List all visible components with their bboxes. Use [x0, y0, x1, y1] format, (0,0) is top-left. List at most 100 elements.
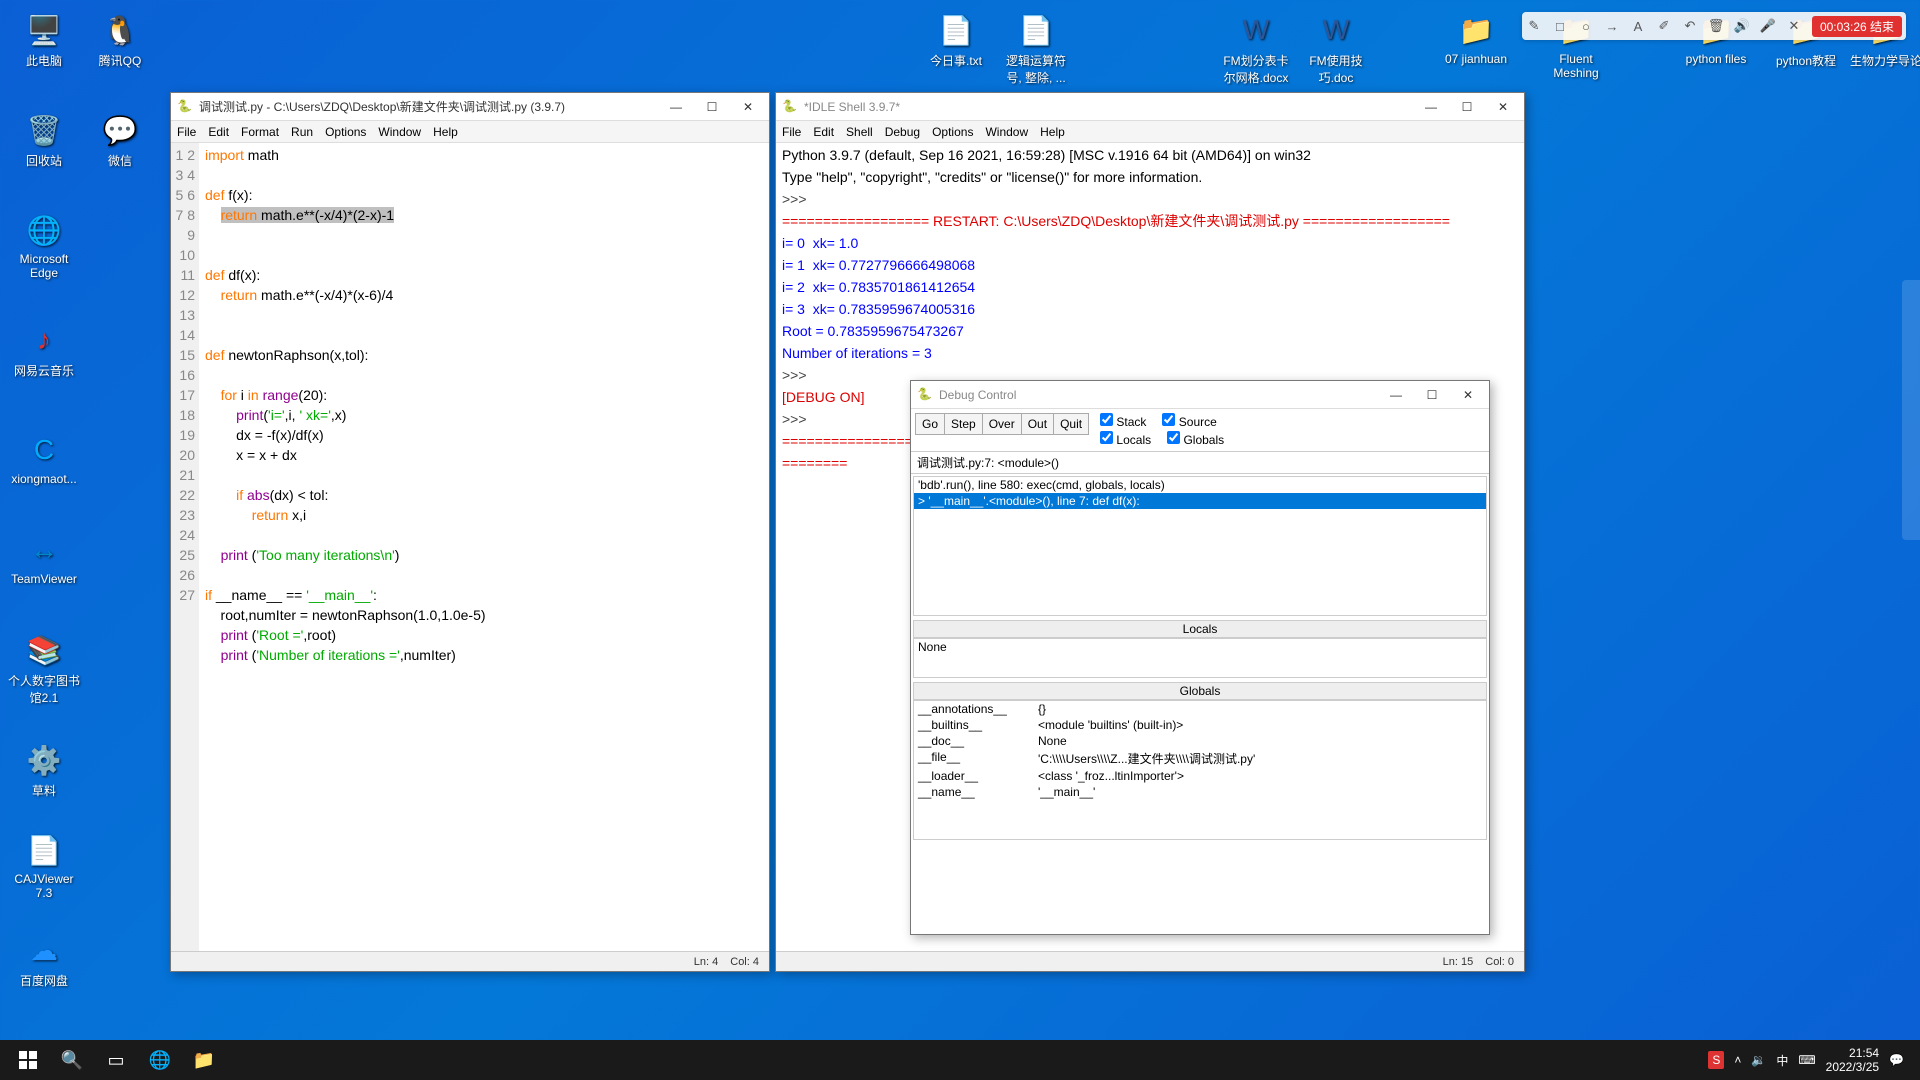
- debug-titlebar[interactable]: 🐍 Debug Control — ☐ ✕: [911, 381, 1489, 409]
- desktop-icon-07[interactable]: 📁07 jianhuan: [1440, 10, 1512, 66]
- close-button[interactable]: ✕: [733, 97, 763, 117]
- menu-window[interactable]: Window: [985, 125, 1028, 139]
- menu-options[interactable]: Options: [932, 125, 973, 139]
- close-button[interactable]: ✕: [1453, 385, 1483, 405]
- line-gutter: 1 2 3 4 5 6 7 8 9 10 11 12 13 14 15 16 1…: [171, 143, 199, 951]
- globals-checkbox[interactable]: Globals: [1167, 431, 1224, 447]
- taskview-button[interactable]: ▭: [94, 1040, 138, 1080]
- recording-toolbar: ✎ □ ○ → A ✐ ↶ 🗑 🔊 🎤 ✕ 00:03:26 结束: [1522, 12, 1906, 40]
- icon-label: Microsoft Edge: [8, 252, 80, 280]
- editor-window: 🐍 调试测试.py - C:\Users\ZDQ\Desktop\新建文件夹\调…: [170, 92, 770, 972]
- status-col: Col: 4: [730, 956, 759, 968]
- icon-label: FM划分表卡尔网格.docx: [1220, 52, 1292, 86]
- desktop-icon-library[interactable]: 📚个人数字图书馆2.1: [8, 630, 80, 706]
- menu-edit[interactable]: Edit: [813, 125, 834, 139]
- desktop-icon-cajviewer[interactable]: 📄CAJViewer 7.3: [8, 830, 80, 900]
- desktop-icon-recycle[interactable]: 🗑️回收站: [8, 110, 80, 169]
- menu-file[interactable]: File: [177, 125, 196, 139]
- maximize-button[interactable]: ☐: [1452, 97, 1482, 117]
- icon-label: FM使用技巧.doc: [1300, 52, 1372, 86]
- menu-run[interactable]: Run: [291, 125, 313, 139]
- taskbar-clock[interactable]: 21:54 2022/3/25: [1826, 1046, 1879, 1074]
- go-button[interactable]: Go: [915, 413, 945, 435]
- tray-notifications-icon[interactable]: 💬: [1889, 1053, 1904, 1067]
- minimize-button[interactable]: —: [661, 97, 691, 117]
- tray-keyboard-icon[interactable]: ⌨: [1798, 1053, 1815, 1067]
- menu-shell[interactable]: Shell: [846, 125, 873, 139]
- desktop-icon-edge[interactable]: 🌐Microsoft Edge: [8, 210, 80, 280]
- globals-title: Globals: [913, 682, 1487, 700]
- desktop-icon-caoliao[interactable]: ⚙️草料: [8, 740, 80, 799]
- desktop-icon-baidupan[interactable]: ☁百度网盘: [8, 930, 80, 989]
- text-icon[interactable]: A: [1630, 18, 1646, 34]
- desktop-icon-fm1[interactable]: WFM划分表卡尔网格.docx: [1220, 10, 1292, 86]
- debug-stack[interactable]: 'bdb'.run(), line 580: exec(cmd, globals…: [913, 476, 1487, 616]
- status-ln: Ln: 15: [1443, 956, 1474, 968]
- code-area[interactable]: import math def f(x): return math.e**(-x…: [199, 143, 769, 951]
- editor-statusbar: Ln: 4 Col: 4: [171, 951, 769, 971]
- maximize-button[interactable]: ☐: [697, 97, 727, 117]
- desktop-icon-fm2[interactable]: WFM使用技巧.doc: [1300, 10, 1372, 86]
- menu-help[interactable]: Help: [433, 125, 458, 139]
- editor-titlebar[interactable]: 🐍 调试测试.py - C:\Users\ZDQ\Desktop\新建文件夹\调…: [171, 93, 769, 121]
- shell-titlebar[interactable]: 🐍 *IDLE Shell 3.9.7* — ☐ ✕: [776, 93, 1524, 121]
- desktop-icon-netease[interactable]: ♪网易云音乐: [8, 320, 80, 379]
- stack-checkbox[interactable]: Stack: [1100, 413, 1146, 429]
- taskbar-edge[interactable]: 🌐: [138, 1040, 182, 1080]
- menu-debug[interactable]: Debug: [885, 125, 920, 139]
- highlighter-icon[interactable]: ✐: [1656, 18, 1672, 34]
- trash-icon[interactable]: 🗑: [1708, 18, 1724, 34]
- over-button[interactable]: Over: [982, 413, 1022, 435]
- desktop-icon-xiongmao[interactable]: Cxiongmaot...: [8, 430, 80, 486]
- globals-panel[interactable]: __annotations__{} __builtins__<module 'b…: [913, 700, 1487, 840]
- debug-current-line: 调试测试.py:7: <module>(): [911, 452, 1489, 474]
- desktop-icon-teamviewer[interactable]: ↔TeamViewer: [8, 530, 80, 586]
- out-button[interactable]: Out: [1021, 413, 1054, 435]
- start-button[interactable]: [6, 1040, 50, 1080]
- desktop-icon-qq[interactable]: 🐧腾讯QQ: [84, 10, 156, 69]
- tray-lang-icon[interactable]: 中: [1776, 1052, 1788, 1069]
- shell-out-1: i= 1 xk= 0.7727796666498068: [782, 257, 975, 273]
- tray-ime-icon[interactable]: S: [1708, 1051, 1724, 1069]
- undo-icon[interactable]: ↶: [1682, 18, 1698, 34]
- menu-format[interactable]: Format: [241, 125, 279, 139]
- mic-icon[interactable]: 🎤: [1760, 18, 1776, 34]
- recording-time[interactable]: 00:03:26 结束: [1812, 16, 1902, 37]
- close-button[interactable]: ✕: [1488, 97, 1518, 117]
- right-sidebar-widget[interactable]: [1902, 280, 1920, 540]
- square-icon[interactable]: □: [1552, 18, 1568, 34]
- sound-icon[interactable]: 🔊: [1734, 18, 1750, 34]
- minimize-button[interactable]: —: [1416, 97, 1446, 117]
- locals-panel[interactable]: None: [913, 638, 1487, 678]
- desktop-icon-logic[interactable]: 📄逻辑运算符号, 整除, ...: [1000, 10, 1072, 86]
- arrow-icon[interactable]: →: [1604, 18, 1620, 34]
- stack-row[interactable]: 'bdb'.run(), line 580: exec(cmd, globals…: [914, 477, 1486, 493]
- circle-icon[interactable]: ○: [1578, 18, 1594, 34]
- menu-help[interactable]: Help: [1040, 125, 1065, 139]
- editor-menubar: File Edit Format Run Options Window Help: [171, 121, 769, 143]
- menu-window[interactable]: Window: [378, 125, 421, 139]
- stack-row-selected[interactable]: > '__main__'.<module>(), line 7: def df(…: [914, 493, 1486, 509]
- search-button[interactable]: 🔍: [50, 1040, 94, 1080]
- editor-body[interactable]: 1 2 3 4 5 6 7 8 9 10 11 12 13 14 15 16 1…: [171, 143, 769, 951]
- taskbar-explorer[interactable]: 📁: [182, 1040, 226, 1080]
- step-button[interactable]: Step: [944, 413, 983, 435]
- menu-options[interactable]: Options: [325, 125, 366, 139]
- source-checkbox[interactable]: Source: [1162, 413, 1216, 429]
- icon-label: 草料: [8, 782, 80, 799]
- desktop-icon-wechat[interactable]: 💬微信: [84, 110, 156, 169]
- quit-button[interactable]: Quit: [1053, 413, 1089, 435]
- menu-file[interactable]: File: [782, 125, 801, 139]
- menu-edit[interactable]: Edit: [208, 125, 229, 139]
- locals-checkbox[interactable]: Locals: [1100, 431, 1151, 447]
- pencil-icon[interactable]: ✎: [1526, 18, 1542, 34]
- maximize-button[interactable]: ☐: [1417, 385, 1447, 405]
- tray-chevron-icon[interactable]: ˄: [1734, 1053, 1741, 1067]
- minimize-button[interactable]: —: [1381, 385, 1411, 405]
- tray-network-icon[interactable]: 🔉: [1751, 1053, 1766, 1067]
- desktop-icon-today[interactable]: 📄今日事.txt: [920, 10, 992, 69]
- global-row: __doc__None: [914, 733, 1486, 749]
- stop-icon[interactable]: ✕: [1786, 18, 1802, 34]
- icon-label: xiongmaot...: [8, 472, 80, 486]
- desktop-icon-this-pc[interactable]: 🖥️此电脑: [8, 10, 80, 69]
